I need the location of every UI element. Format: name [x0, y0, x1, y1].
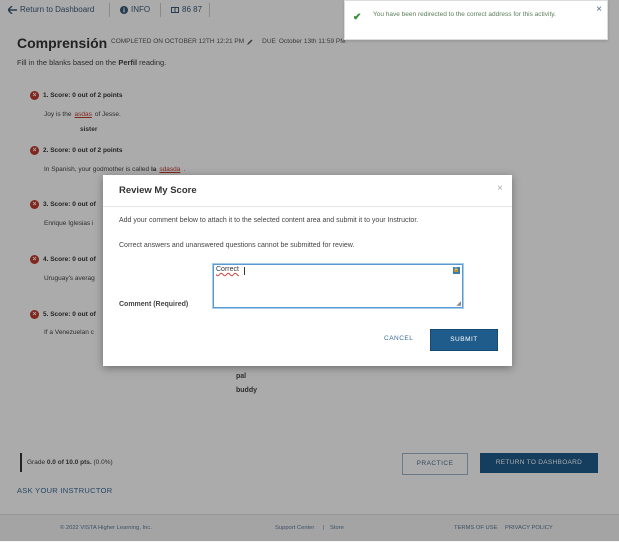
comment-label: Comment (Required): [119, 301, 189, 308]
divider: [103, 206, 512, 207]
comment-textarea[interactable]: Correct 🔒 ◢: [213, 264, 463, 308]
submit-button[interactable]: SUBMIT: [430, 329, 498, 351]
redirect-notification: ✔ You have been redirected to the correc…: [344, 0, 608, 40]
resize-handle-icon[interactable]: ◢: [456, 300, 461, 307]
dialog-instructions: Add your comment below to attach it to t…: [119, 217, 419, 224]
comment-value: Correct: [216, 266, 239, 273]
cancel-button[interactable]: CANCEL: [384, 335, 413, 342]
review-score-dialog: Review My Score × Add your comment below…: [103, 175, 512, 366]
notification-message: You have been redirected to the correct …: [373, 11, 556, 18]
dialog-title: Review My Score: [119, 185, 197, 196]
text-caret: [244, 267, 245, 275]
dialog-note: Correct answers and unanswered questions…: [119, 242, 355, 249]
close-icon[interactable]: ×: [497, 183, 503, 194]
checkmark-icon: ✔: [353, 12, 362, 23]
close-icon[interactable]: ×: [596, 4, 602, 15]
lock-icon[interactable]: 🔒: [453, 267, 460, 274]
